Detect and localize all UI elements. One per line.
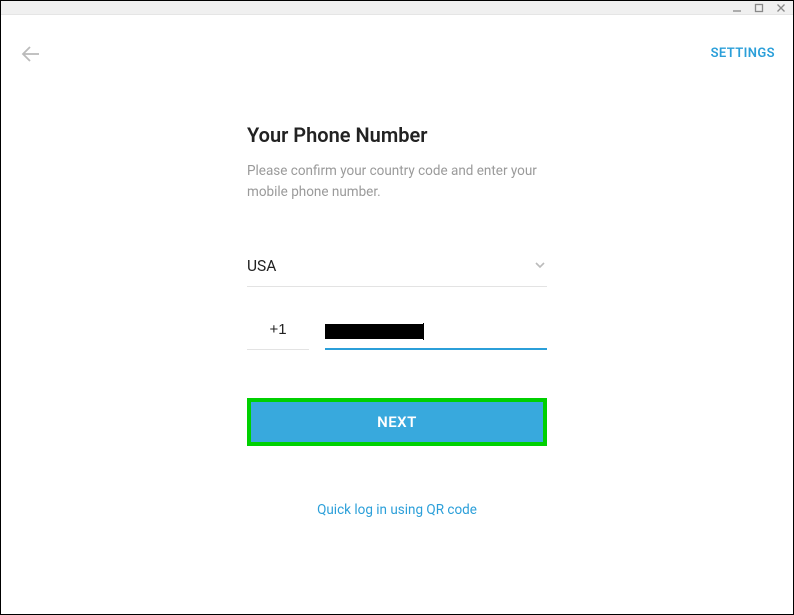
minimize-icon[interactable] xyxy=(731,2,743,14)
settings-link[interactable]: SETTINGS xyxy=(711,46,775,61)
next-button[interactable]: NEXT xyxy=(247,398,547,446)
phone-number-input[interactable] xyxy=(325,321,547,350)
country-selector[interactable]: USA xyxy=(247,257,547,287)
close-icon[interactable] xyxy=(775,2,787,14)
qr-login-link[interactable]: Quick log in using QR code xyxy=(247,502,547,518)
country-code-input[interactable] xyxy=(247,321,309,350)
page-subtitle: Please confirm your country code and ent… xyxy=(247,161,547,203)
phone-number-redacted xyxy=(325,324,423,339)
country-label: USA xyxy=(247,257,276,275)
phone-row xyxy=(247,321,547,350)
page-title: Your Phone Number xyxy=(247,123,547,147)
maximize-icon[interactable] xyxy=(753,2,765,14)
back-button[interactable] xyxy=(21,45,41,67)
window-titlebar xyxy=(1,1,793,15)
chevron-down-icon xyxy=(533,257,547,276)
text-caret xyxy=(423,323,424,340)
